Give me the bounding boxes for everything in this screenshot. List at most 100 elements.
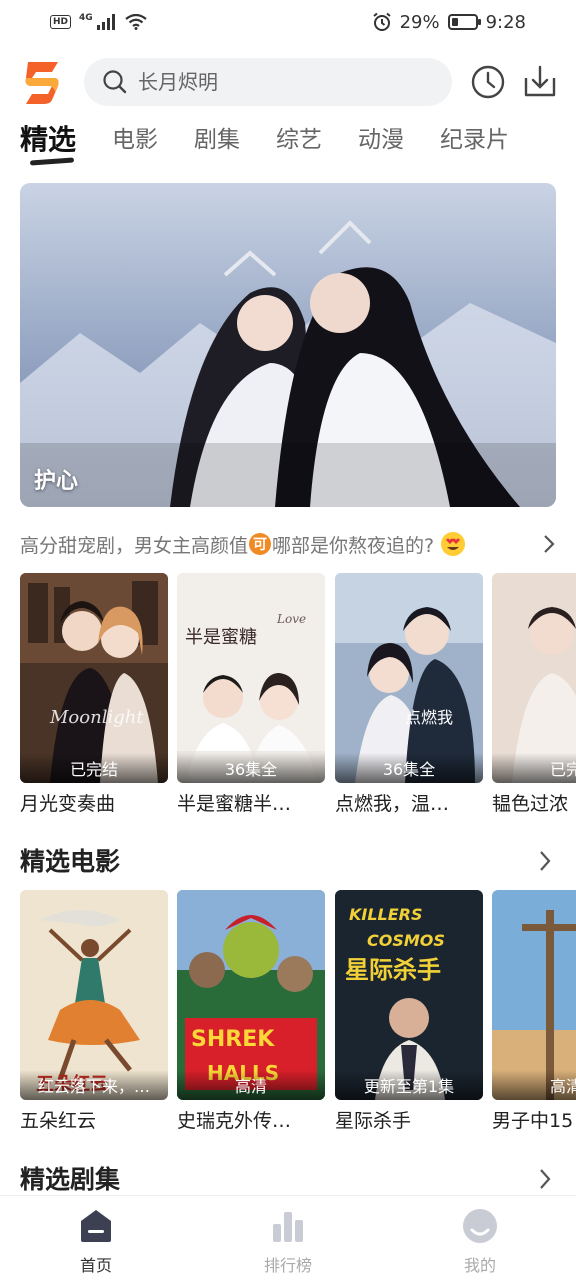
svg-text:KILLERS: KILLERS: [349, 905, 423, 924]
category-tabs: 精选 电影 剧集 综艺 动漫 纪录片: [20, 118, 576, 168]
chevron-right-icon[interactable]: [538, 1168, 552, 1190]
video-card[interactable]: 五朵红云 红云落下来，… 五朵红云: [20, 890, 168, 1130]
tab-variety[interactable]: 综艺: [276, 118, 322, 168]
home-icon: [81, 1210, 111, 1242]
banner-caption: 护心: [34, 469, 79, 494]
tab-movies[interactable]: 电影: [112, 118, 158, 168]
tab-documentary[interactable]: 纪录片: [440, 118, 509, 168]
video-card[interactable]: SHREK HALLS 高清 史瑞克外传…: [177, 890, 325, 1130]
card-title: 男子中15: [492, 1110, 574, 1130]
card-title: 点燃我，温…: [335, 793, 450, 813]
status-right: 29% 9:28: [372, 12, 526, 33]
svg-text:COSMOS: COSMOS: [367, 931, 445, 950]
poster-image: Moonlight: [20, 573, 168, 783]
search-icon: [103, 70, 127, 94]
poster-badge: 已完结: [20, 753, 168, 783]
poster-image: [492, 890, 576, 1100]
card-title: 韫色过浓: [492, 793, 569, 813]
poster: 高清: [492, 890, 576, 1100]
alarm-icon: [372, 12, 391, 31]
poster-image: [492, 573, 576, 783]
poster-image: 五朵红云: [20, 890, 168, 1100]
poster-badge: 更新至第1集: [335, 1070, 483, 1100]
svg-text:星际杀手: 星际杀手: [345, 956, 441, 984]
section-title: 精选电影: [20, 847, 121, 876]
download-icon[interactable]: [522, 64, 558, 100]
drama-recommend-row: Moonlight 已完结 月光变奏曲 半是蜜糖 Love 36集全 半是蜜糖半…: [20, 573, 576, 813]
search-bar[interactable]: [84, 58, 452, 106]
card-title: 史瑞克外传…: [177, 1110, 292, 1130]
nav-label: 首页: [79, 1256, 112, 1275]
battery-percent: 29%: [399, 11, 440, 33]
tab-anime[interactable]: 动漫: [358, 118, 404, 168]
history-icon[interactable]: [470, 64, 506, 100]
status-bar: HD 4G 29% 9:28: [0, 0, 576, 44]
recommend-topic[interactable]: 高分甜宠剧，男女主高颜值 可 哪部是你熬夜追的?: [20, 528, 560, 560]
smiley-icon: [463, 1209, 497, 1243]
svg-text:点燃我: 点燃我: [405, 708, 453, 727]
wifi-icon: [124, 14, 147, 30]
topic-text-end: 哪部是你熬夜追的?: [272, 534, 435, 557]
poster: 点燃我 36集全: [335, 573, 483, 783]
poster-badge: 36集全: [177, 753, 325, 783]
video-card[interactable]: Moonlight 已完结 月光变奏曲: [20, 573, 168, 813]
battery-level: [451, 18, 458, 26]
svg-text:半是蜜糖: 半是蜜糖: [185, 627, 257, 648]
poster-badge: 高清: [177, 1070, 325, 1100]
banner-image: [20, 183, 556, 507]
clock: 9:28: [485, 11, 526, 33]
poster: KILLERS COSMOS 星际杀手 更新至第1集: [335, 890, 483, 1100]
search-input[interactable]: [138, 70, 418, 94]
chevron-right-icon[interactable]: [542, 534, 556, 554]
tab-featured[interactable]: 精选: [20, 118, 76, 168]
poster: SHREK HALLS 高清: [177, 890, 325, 1100]
section-title: 精选剧集: [20, 1165, 121, 1194]
status-left: HD 4G: [50, 13, 147, 30]
bottom-navigation: 首页 排行榜 我的: [0, 1195, 576, 1280]
video-card[interactable]: 已完 韫色过浓: [492, 573, 576, 813]
poster-image: 点燃我: [335, 573, 483, 783]
section-header-series[interactable]: 精选剧集: [20, 1160, 556, 1200]
logo-icon[interactable]: [24, 60, 62, 106]
topic-badge: 可: [249, 533, 272, 555]
bar-chart-icon: [273, 1212, 303, 1242]
video-card[interactable]: 高清 男子中15: [492, 890, 576, 1130]
battery-icon: [447, 14, 481, 30]
video-card[interactable]: KILLERS COSMOS 星际杀手 更新至第1集 星际杀手: [335, 890, 483, 1130]
nav-profile[interactable]: 我的: [384, 1196, 576, 1280]
chevron-right-icon[interactable]: [538, 850, 552, 872]
svg-text:SHREK: SHREK: [191, 1027, 275, 1052]
poster-image: SHREK HALLS: [177, 890, 325, 1100]
topic-text-start: 高分甜宠剧，男女主高颜值: [20, 534, 249, 557]
hero-banner[interactable]: 护心: [20, 183, 556, 507]
card-title: 月光变奏曲: [20, 793, 116, 813]
nav-home[interactable]: 首页: [0, 1196, 192, 1280]
video-card[interactable]: 半是蜜糖 Love 36集全 半是蜜糖半…: [177, 573, 325, 813]
network-type: 4G: [79, 13, 93, 23]
card-title: 半是蜜糖半…: [177, 793, 292, 813]
poster: 五朵红云 红云落下来，…: [20, 890, 168, 1100]
poster-badge: 高清: [492, 1070, 576, 1100]
svg-text:Love: Love: [276, 612, 306, 626]
signal-icon: [96, 14, 115, 30]
nav-label: 排行榜: [263, 1256, 312, 1275]
poster-badge: 红云落下来，…: [20, 1070, 168, 1100]
poster-image: KILLERS COSMOS 星际杀手: [335, 890, 483, 1100]
top-header: [0, 58, 576, 108]
card-title: 五朵红云: [20, 1110, 97, 1130]
svg-text:Moonlight: Moonlight: [49, 707, 144, 728]
poster-badge: 36集全: [335, 753, 483, 783]
video-card[interactable]: 点燃我 36集全 点燃我，温…: [335, 573, 483, 813]
poster: 已完: [492, 573, 576, 783]
section-header-movies[interactable]: 精选电影: [20, 842, 556, 882]
featured-movies-row: 五朵红云 红云落下来，… 五朵红云 SHREK HALLS 高清 史瑞克外传… …: [20, 890, 576, 1130]
poster-image: 半是蜜糖 Love: [177, 573, 325, 783]
poster: 半是蜜糖 Love 36集全: [177, 573, 325, 783]
hd-indicator: HD: [50, 15, 72, 29]
nav-label: 我的: [463, 1256, 496, 1275]
nav-ranking[interactable]: 排行榜: [192, 1196, 384, 1280]
tab-series[interactable]: 剧集: [194, 118, 240, 168]
poster: Moonlight 已完结: [20, 573, 168, 783]
card-title: 星际杀手: [335, 1110, 412, 1130]
poster-badge: 已完: [492, 753, 576, 783]
